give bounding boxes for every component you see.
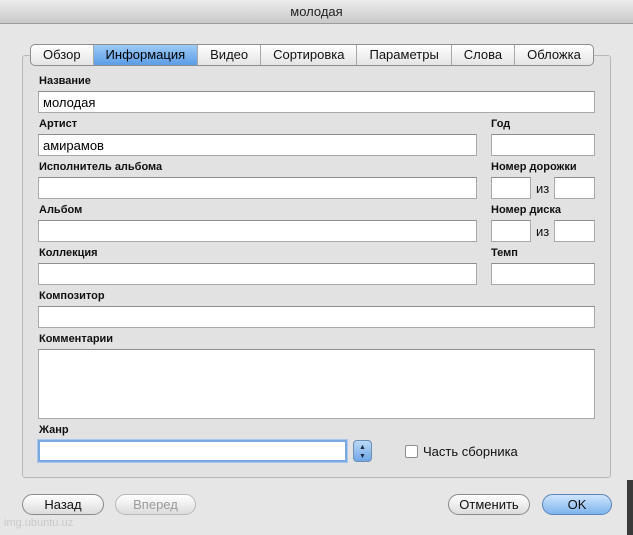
tab-artwork[interactable]: Обложка xyxy=(515,45,593,65)
cancel-button[interactable]: Отменить xyxy=(448,494,530,515)
tab-video[interactable]: Видео xyxy=(198,45,262,65)
album-label: Альбом xyxy=(39,204,83,216)
forward-button[interactable]: Вперед xyxy=(115,494,196,515)
back-button[interactable]: Назад xyxy=(22,494,104,515)
year-input[interactable] xyxy=(491,134,595,156)
tab-summary[interactable]: Обзор xyxy=(31,45,94,65)
comments-label: Комментарии xyxy=(39,333,114,345)
artist-input[interactable] xyxy=(38,134,477,156)
ok-button[interactable]: OK xyxy=(542,494,612,515)
year-label: Год xyxy=(491,118,511,130)
chevron-up-icon: ▲ xyxy=(359,444,366,451)
tab-sorting[interactable]: Сортировка xyxy=(261,45,358,65)
album-artist-label: Исполнитель альбома xyxy=(39,161,163,173)
genre-label: Жанр xyxy=(39,424,69,436)
bpm-label: Темп xyxy=(491,247,518,259)
tab-info[interactable]: Информация xyxy=(93,45,199,65)
genre-input[interactable] xyxy=(38,440,347,462)
tab-bar: Обзор Информация Видео Сортировка Параме… xyxy=(30,44,594,66)
track-number-input[interactable] xyxy=(491,177,531,199)
track-total-input[interactable] xyxy=(554,177,595,199)
window-titlebar[interactable]: молодая xyxy=(0,0,633,24)
watermark: img.ubuntu.uz xyxy=(4,517,74,529)
album-artist-input[interactable] xyxy=(38,177,477,199)
tab-lyrics[interactable]: Слова xyxy=(452,45,516,65)
disc-number-input[interactable] xyxy=(491,220,531,242)
compilation-checkbox[interactable] xyxy=(405,444,418,458)
compilation-option[interactable]: Часть сборника xyxy=(405,443,518,459)
composer-input[interactable] xyxy=(38,306,595,328)
grouping-input[interactable] xyxy=(38,263,477,285)
background-edge xyxy=(627,480,633,535)
bpm-input[interactable] xyxy=(491,263,595,285)
compilation-label: Часть сборника xyxy=(423,443,518,459)
name-label: Название xyxy=(39,75,91,87)
track-of-label: из xyxy=(536,181,550,196)
comments-textarea[interactable] xyxy=(38,349,595,419)
genre-dropdown-button[interactable]: ▲ ▼ xyxy=(353,440,372,462)
disc-of-label: из xyxy=(536,224,550,239)
album-input[interactable] xyxy=(38,220,477,242)
track-number-label: Номер дорожки xyxy=(491,161,577,173)
tab-options[interactable]: Параметры xyxy=(357,45,452,65)
name-input[interactable] xyxy=(38,91,595,113)
window-title: молодая xyxy=(290,4,343,19)
artist-label: Артист xyxy=(39,118,78,130)
disc-number-label: Номер диска xyxy=(491,204,562,216)
disc-total-input[interactable] xyxy=(554,220,595,242)
grouping-label: Коллекция xyxy=(39,247,98,259)
chevron-down-icon: ▼ xyxy=(359,453,366,460)
composer-label: Композитор xyxy=(39,290,105,302)
